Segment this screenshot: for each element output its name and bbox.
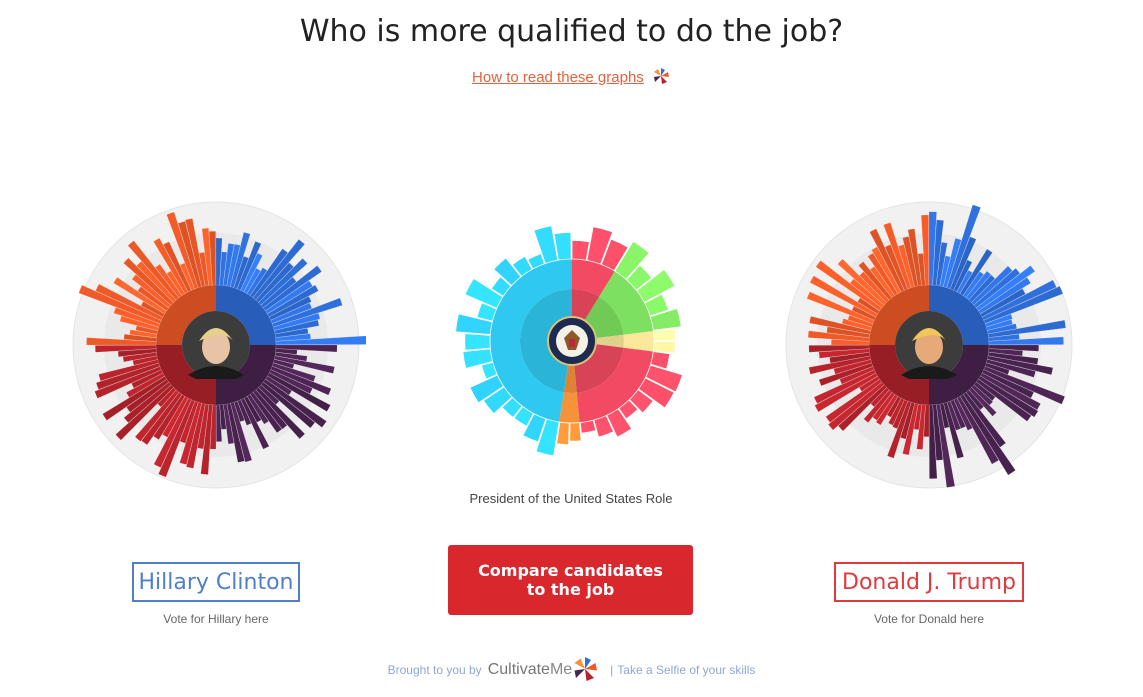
vote-hillary-link[interactable]: Vote for Hillary here	[132, 612, 300, 626]
hillary-skills-chart[interactable]	[66, 195, 368, 495]
cultivateme-footer-logo-icon	[570, 654, 600, 687]
donald-trump-button[interactable]: Donald J. Trump	[834, 562, 1024, 602]
presidential-seal-icon	[547, 316, 597, 366]
hillary-photo	[182, 311, 250, 379]
trump-skills-chart[interactable]	[779, 195, 1079, 495]
hillary-clinton-button[interactable]: Hillary Clinton	[132, 562, 300, 602]
vote-donald-link[interactable]: Vote for Donald here	[834, 612, 1024, 626]
role-red-bottom-outer-bar[interactable]	[579, 419, 597, 434]
footer: Brought to you by CultivateMe | Take a S…	[0, 655, 1143, 685]
role-caption: President of the United States Role	[469, 491, 673, 506]
footer-separator: |	[610, 663, 614, 677]
role-orange-outer-bar[interactable]	[569, 422, 582, 442]
brand-me-part: Me	[549, 661, 573, 678]
brought-by-text: Brought to you by	[387, 663, 482, 677]
take-selfie-link[interactable]: Take a Selfie of your skills	[617, 663, 755, 677]
cultivateme-brand[interactable]: CultivateMe	[488, 661, 572, 679]
brand-name-part: Cultivate	[487, 661, 550, 678]
hillary-sunburst	[72, 201, 368, 489]
compare-candidates-button[interactable]: Compare candidates to the job	[448, 545, 693, 615]
page-title: Who is more qualified to do the job?	[299, 14, 844, 49]
cultivateme-logo-icon	[651, 66, 671, 90]
how-to-read-link[interactable]: How to read these graphs	[472, 69, 644, 86]
role-red-top-outer-bar[interactable]	[571, 239, 590, 261]
compare-line-2: to the job	[526, 580, 615, 599]
role-chart[interactable]	[441, 210, 703, 472]
role-yellow-outer-bar[interactable]	[652, 328, 677, 341]
role-cyan-outer-bar[interactable]	[464, 333, 491, 351]
trump-photo	[895, 311, 963, 379]
howto-row: How to read these graphs	[0, 66, 1143, 90]
compare-line-1: Compare candidates	[478, 561, 663, 580]
trump-sunburst	[785, 201, 1073, 489]
role-sunburst	[455, 225, 683, 457]
role-yellow-outer-bar[interactable]	[652, 340, 676, 354]
